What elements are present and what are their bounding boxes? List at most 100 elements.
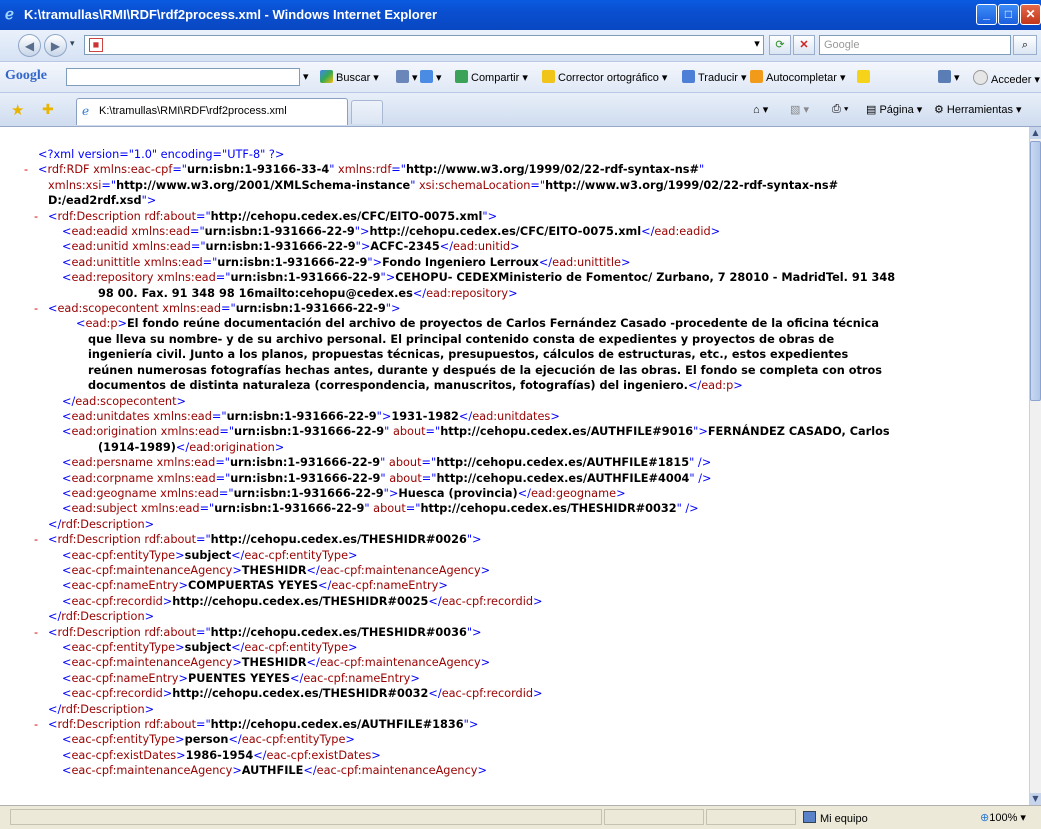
vertical-scrollbar[interactable]: ▲ ▼ [1029,127,1041,805]
ie-page-icon: ℯ [82,104,90,118]
xml-line-text: <ead:unittitle xmlns:ead="urn:isbn:1-931… [62,255,631,269]
google-search-input[interactable] [66,68,300,86]
signin-icon [973,70,988,85]
xml-line-text: <eac-cpf:entityType>subject</eac-cpf:ent… [62,641,358,654]
settings-button[interactable]: ▾ [938,70,960,84]
security-zone: Mi equipo [803,811,868,825]
refresh-icon[interactable]: ⟳ [769,35,791,55]
xml-line: 98 00. Fax. 91 348 98 16mailto:cehopu@ce… [0,286,1029,301]
close-window-button[interactable]: ✕ [1020,4,1041,25]
address-dropdown-icon[interactable]: ▾ [750,35,764,55]
scroll-down-button[interactable]: ▼ [1030,793,1041,805]
new-tab-button[interactable] [351,100,383,124]
corrector-button[interactable]: Corrector ortográfico ▾ [542,70,667,84]
xml-line: <eac-cpf:recordid>http://cehopu.cedex.es… [0,594,1029,609]
back-button[interactable]: ◀ [18,34,41,57]
acceder-button[interactable]: Acceder ▾ [973,70,1040,86]
history-dropdown-icon[interactable]: ▾ [70,38,75,49]
zoom-icon: ⊕ [980,812,990,824]
traducir-button[interactable]: Traducir ▾ [682,70,747,84]
page-menu-button[interactable]: ▤ Página ▾ [866,103,922,116]
autocompletar-button[interactable]: Autocompletar ▾ [750,70,846,84]
xml-line-text: <ead:eadid xmlns:ead="urn:isbn:1-931666-… [62,225,721,239]
xml-line: <ead:repository xmlns:ead="urn:isbn:1-93… [0,270,1029,285]
xml-line: <eac-cpf:entityType>subject</eac-cpf:ent… [0,548,1029,563]
collapse-toggle[interactable]: - [34,532,38,547]
scroll-up-button[interactable]: ▲ [1030,127,1041,139]
xml-line-text: <ead:geogname xmlns:ead="urn:isbn:1-9316… [62,486,626,500]
xml-line: - <rdf:Description rdf:about="http://ceho… [0,717,1029,732]
xml-line: <eac-cpf:existDates>1986-1954</eac-cpf:e… [0,748,1029,763]
xml-line-text: <ead:corpname xmlns:ead="urn:isbn:1-9316… [62,471,712,485]
search-button[interactable]: ⌕ [1013,35,1037,55]
xml-line-text: que lleva su nombre- y de su archivo per… [88,332,835,346]
xml-line: <ead:origination xmlns:ead="urn:isbn:1-9… [0,424,1029,439]
xml-line-text: <eac-cpf:maintenanceAgency>AUTHFILE</eac… [62,764,487,778]
xml-line-text: ingeniería civil. Junto a los planos, pr… [88,348,849,362]
stop-icon[interactable]: ✕ [793,35,815,55]
xml-line: - <rdf:Description rdf:about="http://ceho… [0,625,1029,640]
compartir-button[interactable]: Compartir ▾ [455,70,528,84]
google-search-dropdown-icon[interactable]: ▾ [303,70,309,83]
collapse-toggle[interactable]: - [34,717,38,732]
xml-line-text: reúnen numerosas fotografías hechas ante… [88,363,882,377]
favorites-star-icon[interactable]: ★ [11,101,24,119]
wrench-icon [938,70,951,83]
xml-line: <eac-cpf:maintenanceAgency>THESHIDR</eac… [0,655,1029,670]
xml-line-text: <ead:unitdates xmlns:ead="urn:isbn:1-931… [62,409,560,423]
feeds-button[interactable]: ▧ ▾ [790,103,809,116]
xml-line-text: <eac-cpf:nameEntry>COMPUERTAS YEYES</eac… [62,579,448,593]
window-title: K:\tramullas\RMI\RDF\rdf2process.xml - W… [24,7,438,22]
address-bar[interactable]: ◼ [84,35,764,55]
xml-line: </rdf:Description> [0,609,1029,624]
collapse-toggle[interactable]: - [24,162,28,177]
xml-line: <ead:corpname xmlns:ead="urn:isbn:1-9316… [0,471,1029,486]
search-input[interactable]: Google [819,35,1011,55]
xml-line-text: </rdf:Description> [48,702,155,716]
collapse-toggle[interactable]: - [34,625,38,640]
xml-line: <ead:p>El fondo reúne documentación del … [0,316,1029,331]
toolbar-page-button[interactable]: ▾ [396,70,418,84]
status-message [10,809,602,825]
xml-line-text: <eac-cpf:maintenanceAgency>THESHIDR</eac… [62,563,491,577]
xml-line: </ead:scopecontent> [0,394,1029,409]
ie-logo-icon: ℯ [5,6,14,23]
xml-line-text: <eac-cpf:entityType>person</eac-cpf:enti… [62,733,355,747]
xml-line: <eac-cpf:entityType>subject</eac-cpf:ent… [0,640,1029,655]
xml-line: - <rdf:RDF xmlns:eac-cpf="urn:isbn:1-9316… [0,162,1029,177]
xml-line-text: <eac-cpf:maintenanceAgency>THESHIDR</eac… [62,656,491,670]
zoom-control[interactable]: ⊕100% ▾ [980,811,1026,824]
buscar-button[interactable]: Buscar ▾ [320,70,379,84]
xml-line-text: <ead:origination xmlns:ead="urn:isbn:1-9… [62,425,890,439]
status-segment [706,809,796,825]
xml-line: <ead:eadid xmlns:ead="urn:isbn:1-931666-… [0,224,1029,239]
print-button[interactable]: ⎙ ▾ [832,103,848,116]
add-favorites-icon[interactable]: ✚ [42,101,54,118]
xml-line-text: <eac-cpf:recordid>http://cehopu.cedex.es… [62,687,543,701]
page-icon [396,70,409,83]
xml-line-text: </rdf:Description> [48,610,155,624]
xml-line: xmlns:xsi="http://www.w3.org/2001/XMLSch… [0,178,1029,193]
xml-line: documentos de distinta naturaleza (corre… [0,378,1029,393]
xml-line-text: <ead:repository xmlns:ead="urn:isbn:1-93… [62,271,896,285]
collapse-toggle[interactable]: - [34,301,38,316]
google-toolbar: Google ▾ Buscar ▾ ▾ ▾ Compartir ▾ Correc… [0,62,1041,93]
minimize-button[interactable]: _ [976,4,997,25]
forward-button[interactable]: ▶ [44,34,67,57]
spellcheck-icon [542,70,555,83]
xml-line-text: D:/ead2rdf.xsd"> [48,194,157,208]
collapse-toggle[interactable]: - [34,209,38,224]
scroll-thumb[interactable] [1030,141,1041,401]
tab-rdf2process[interactable]: ℯ K:\tramullas\RMI\RDF\rdf2process.xml [76,98,348,125]
xml-line: <eac-cpf:recordid>http://cehopu.cedex.es… [0,686,1029,701]
home-button[interactable]: ⌂ ▾ [753,103,768,116]
navigation-bar: ◀ ▶ ▾ ◼ ▾ ⟳ ✕ Google ⌕ [0,30,1041,62]
toolbar-plus-button[interactable]: ▾ [420,70,442,84]
window-titlebar: ℯ K:\tramullas\RMI\RDF\rdf2process.xml -… [0,0,1041,30]
maximize-button[interactable]: □ [998,4,1019,25]
xml-page-icon: ◼ [89,38,103,52]
tools-menu-button[interactable]: ⚙ Herramientas ▾ [934,103,1022,116]
xml-line-text: <rdf:Description rdf:about="http://cehop… [48,625,482,639]
translate-icon [682,70,695,83]
highlight-button[interactable] [857,70,873,84]
